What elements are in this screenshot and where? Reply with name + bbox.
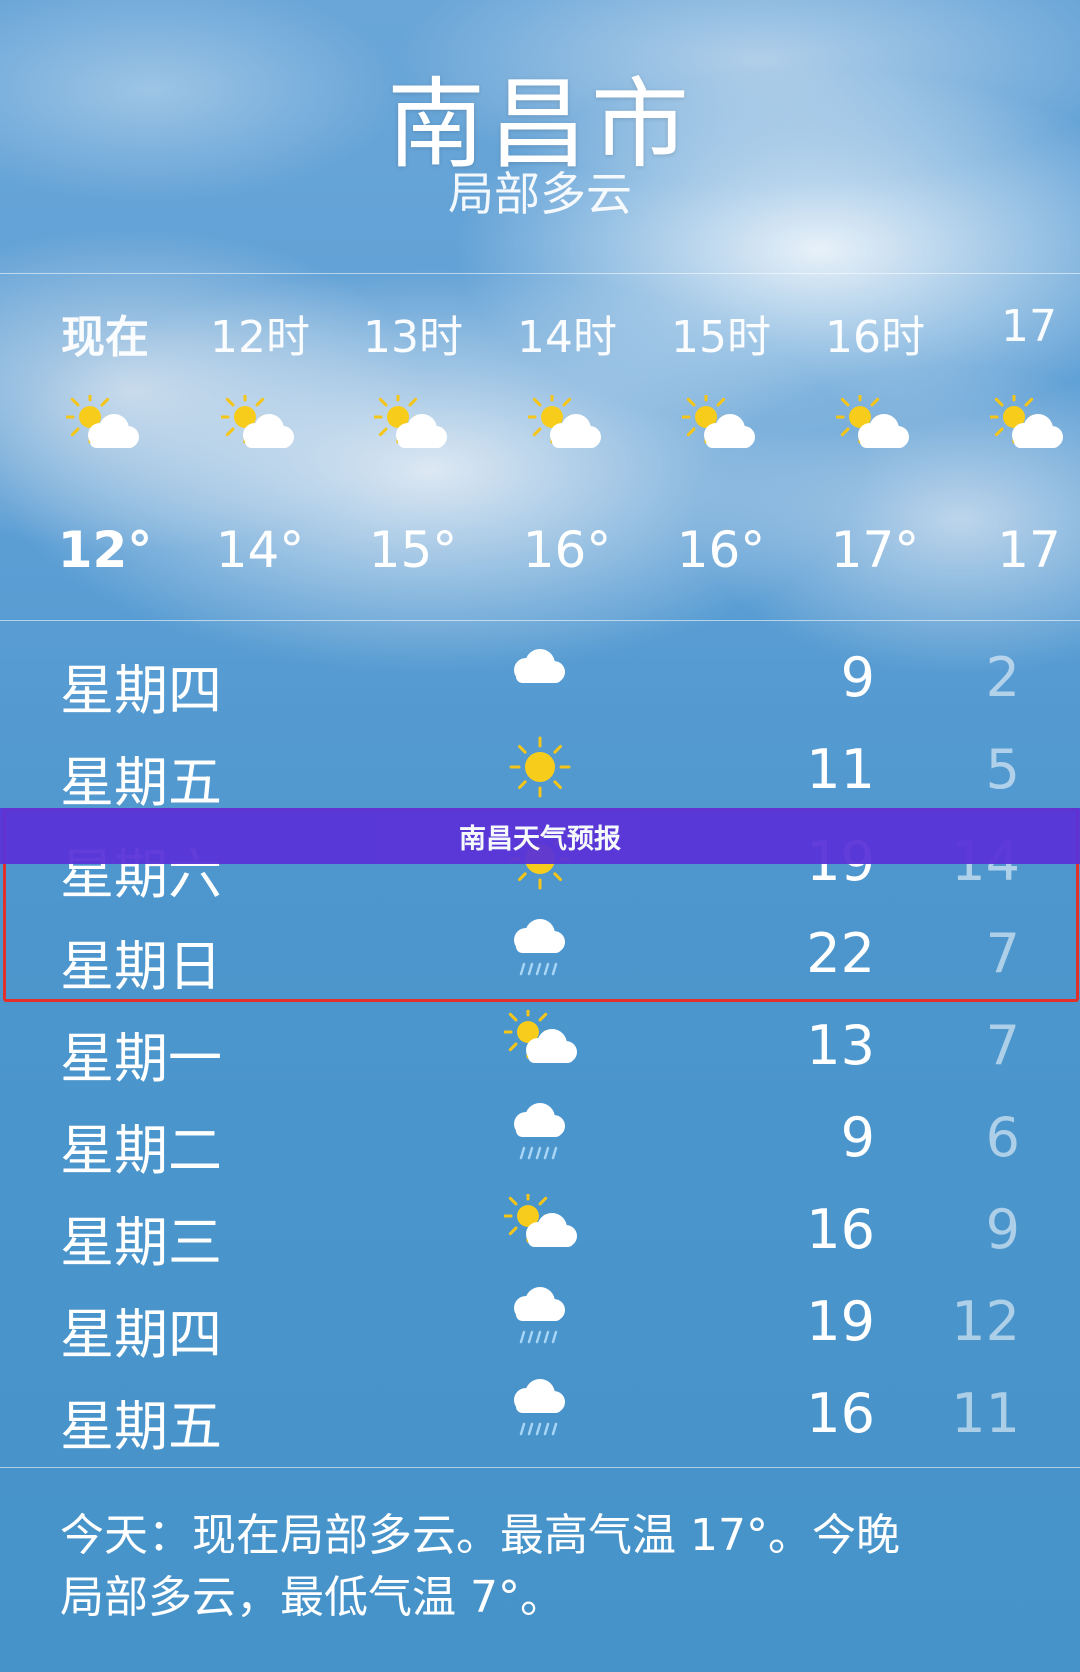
day-row: 星期一 13 7 (0, 998, 1080, 1090)
partly-cloudy-icon (501, 1005, 577, 1076)
partly-cloudy-icon (833, 390, 914, 457)
day-high-temp: 13 (806, 1014, 875, 1077)
hour-temp: 16° (676, 521, 766, 579)
cloud-icon (504, 642, 576, 708)
day-high-temp: 9 (840, 646, 875, 709)
divider-hourly-bottom (0, 620, 1080, 621)
rain-icon (504, 1378, 576, 1444)
hour-column: 16时 17° (800, 275, 950, 620)
partly-cloudy-icon (63, 390, 144, 457)
day-high-temp: 9 (840, 1106, 875, 1169)
day-high-temp: 16 (806, 1198, 875, 1261)
hour-temp: 14° (215, 521, 305, 579)
day-high-temp: 19 (806, 1290, 875, 1353)
hour-temp: 17 (997, 521, 1061, 579)
partly-cloudy-icon (679, 390, 760, 457)
day-low-temp: 7 (985, 1014, 1020, 1077)
hour-temp: 17° (830, 521, 920, 579)
partly-cloudy-icon (501, 1189, 577, 1260)
title-banner: 南昌天气预报 (0, 808, 1080, 864)
hour-label: 现在 (61, 312, 149, 363)
hour-label: 16时 (825, 312, 925, 363)
hour-temp: 12° (57, 521, 153, 579)
hour-column: 12时 14° (185, 275, 335, 620)
day-high-temp: 11 (806, 738, 875, 801)
summary-line-2: 局部多云，最低气温 7°。 (60, 1572, 564, 1623)
divider-daily-bottom (0, 1467, 1080, 1468)
hour-label: 12时 (210, 312, 310, 363)
day-row: 星期三 16 9 (0, 1182, 1080, 1274)
day-name: 星期五 (60, 1395, 222, 1458)
partly-cloudy-icon (525, 390, 606, 457)
day-low-temp: 5 (985, 738, 1020, 801)
rain-icon (504, 1102, 576, 1168)
hourly-forecast[interactable]: 现在 12° 12时 14° 13时 15° 14时 16° 15时 16° 16时 17… (0, 275, 1080, 620)
day-row: 星期四 9 2 (0, 630, 1080, 722)
divider-top (0, 273, 1080, 274)
hour-column: 14时 16° (492, 275, 642, 620)
day-row: 星期二 9 6 (0, 1090, 1080, 1182)
day-low-temp: 9 (985, 1198, 1020, 1261)
hour-column: 15时 16° (646, 275, 796, 620)
sun-icon (504, 734, 576, 800)
partly-cloudy-icon (987, 390, 1068, 457)
hour-label: 14时 (517, 312, 617, 363)
hour-column: 17 17 (954, 275, 1080, 620)
day-name: 星期四 (60, 659, 222, 722)
day-name: 星期三 (60, 1211, 222, 1274)
hour-temp: 16° (522, 521, 612, 579)
summary-line-1: 今天：现在局部多云。最高气温 17°。今晚 (60, 1510, 900, 1561)
banner-text: 南昌天气预报 (459, 823, 621, 855)
day-low-temp: 11 (951, 1382, 1020, 1445)
partly-cloudy-icon (218, 390, 299, 457)
day-row: 星期四 19 12 (0, 1274, 1080, 1366)
day-low-temp: 12 (951, 1290, 1020, 1353)
partly-cloudy-icon (371, 390, 452, 457)
day-name: 星期一 (60, 1027, 222, 1090)
day-name: 星期二 (60, 1119, 222, 1182)
day-row: 星期五 16 11 (0, 1366, 1080, 1458)
hour-label: 13时 (363, 312, 463, 363)
day-row: 星期五 11 5 (0, 722, 1080, 814)
day-name: 星期五 (60, 751, 222, 814)
hour-label: 15时 (671, 312, 771, 363)
day-name: 星期四 (60, 1303, 222, 1366)
rain-icon (504, 1286, 576, 1352)
hour-column: 13时 15° (338, 275, 488, 620)
day-low-temp: 2 (985, 646, 1020, 709)
hour-temp: 15° (368, 521, 458, 579)
current-condition: 局部多云 (448, 167, 632, 221)
hour-column: 现在 12° (30, 275, 180, 620)
day-low-temp: 6 (985, 1106, 1020, 1169)
day-high-temp: 16 (806, 1382, 875, 1445)
hour-label: 17 (1001, 301, 1057, 352)
today-summary: 今天：现在局部多云。最高气温 17°。今晚 局部多云，最低气温 7°。 (60, 1505, 1020, 1629)
